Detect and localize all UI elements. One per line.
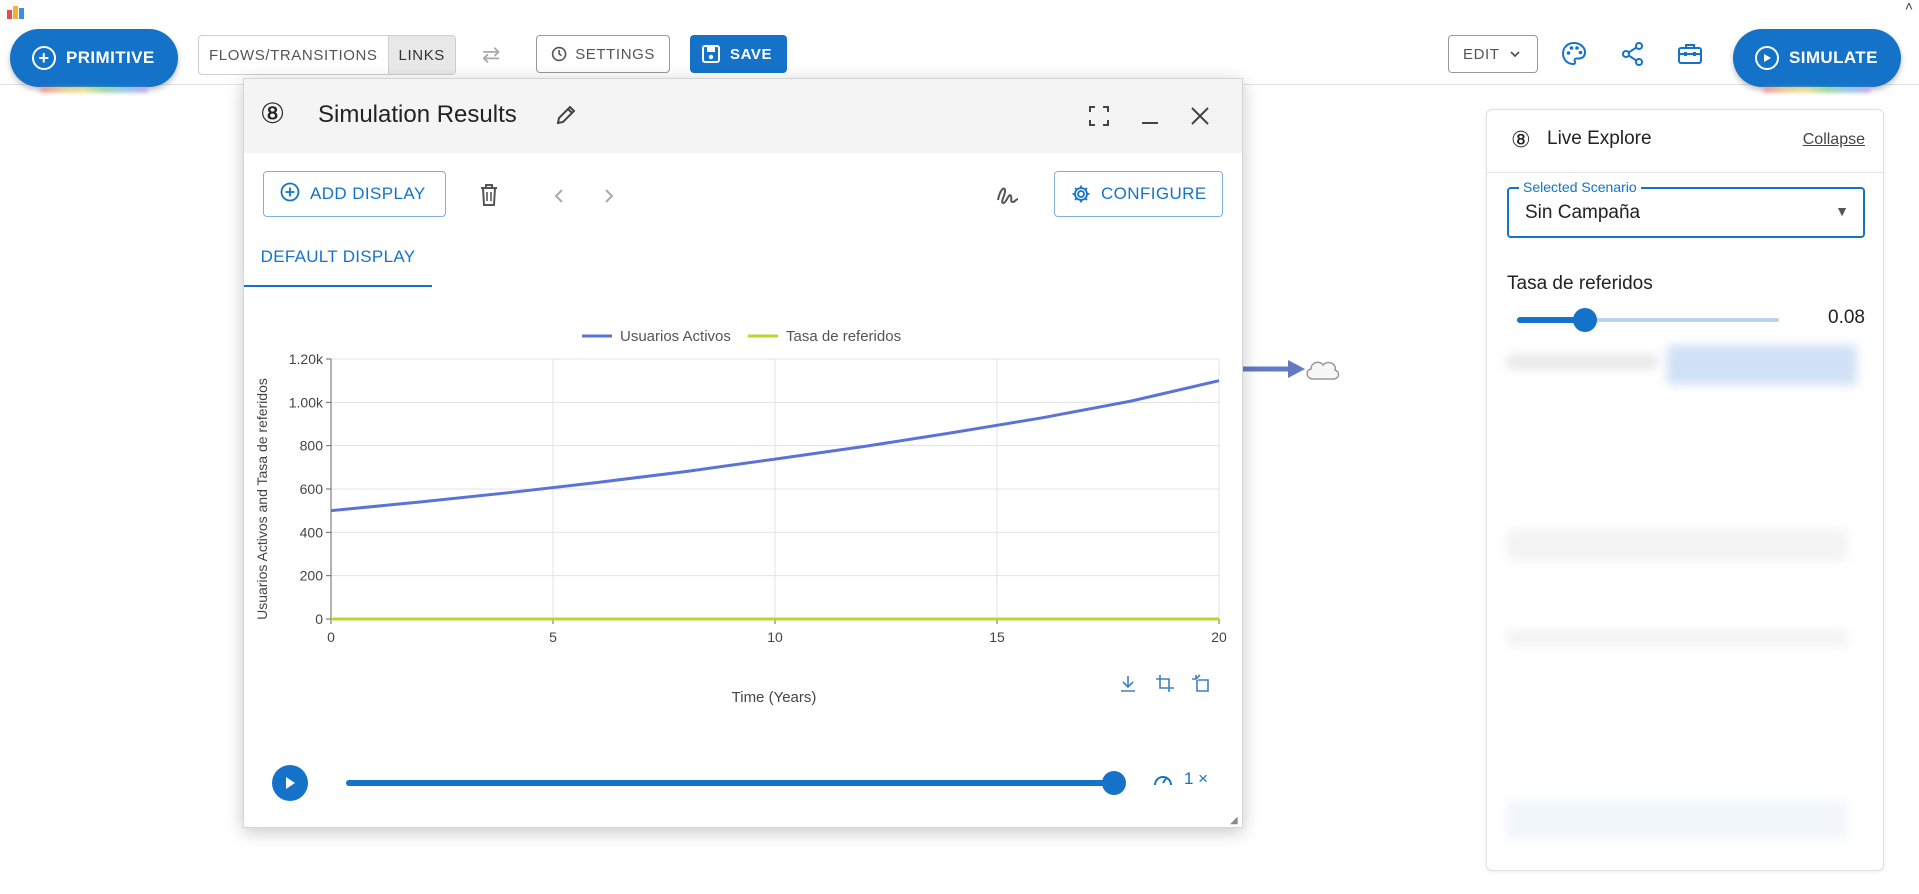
chart-axes: 0 200 400 600 800 1.00k 1.20k 0 5 10 15 20 [289, 351, 1227, 645]
legend-label-2: Tasa de referidos [786, 328, 901, 345]
swap-arrows-icon[interactable]: ⇄ [482, 42, 500, 68]
window-header[interactable]: ⑧ Simulation Results [244, 79, 1242, 153]
chevron-up-icon[interactable]: ˄ [1905, 0, 1913, 14]
reset-zoom-icon[interactable] [1192, 674, 1209, 692]
add-display-label: ADD DISPLAY [310, 184, 426, 203]
connector-mode-toggle: FLOWS/TRANSITIONS LINKS [198, 35, 456, 75]
y-tick-label: 200 [300, 568, 324, 584]
parameter-value: 0.08 [1828, 307, 1865, 328]
y-tick-label: 0 [315, 611, 323, 627]
fullscreen-icon[interactable] [1086, 103, 1112, 129]
parameter-label: Tasa de referidos [1507, 273, 1653, 294]
chevron-right-icon[interactable] [601, 187, 617, 205]
playback-timeline-thumb[interactable] [1102, 771, 1126, 795]
plus-circle-icon [280, 182, 300, 207]
close-icon[interactable] [1187, 103, 1213, 129]
play-icon [286, 777, 295, 789]
add-primitive-button[interactable]: + PRIMITIVE [10, 29, 178, 87]
y-tick-label: 1.20k [289, 351, 324, 367]
collapse-link[interactable]: Collapse [1803, 131, 1865, 149]
toolbox-icon[interactable] [1676, 40, 1704, 68]
live-explore-panel: ⑧ Live Explore Collapse Selected Scenari… [1486, 109, 1884, 871]
live-explore-header: ⑧ Live Explore Collapse [1487, 110, 1883, 173]
clock-icon [551, 46, 567, 62]
pencil-icon[interactable] [554, 103, 578, 127]
simulate-button[interactable]: SIMULATE [1733, 29, 1901, 87]
simulate-label: SIMULATE [1789, 48, 1878, 67]
play-circle-icon [1755, 46, 1779, 70]
speed-label: 1 × [1184, 769, 1209, 788]
y-tick-label: 1.00k [289, 394, 324, 410]
gear-icon [1072, 185, 1090, 203]
live-explore-title: Live Explore [1547, 128, 1652, 149]
x-tick-label: 5 [549, 629, 557, 645]
y-tick-label: 400 [300, 524, 324, 540]
crop-icon[interactable] [1156, 675, 1174, 692]
window-title: Simulation Results [318, 101, 517, 128]
settings-label: SETTINGS [575, 45, 655, 63]
parameter-slider-thumb[interactable] [1573, 308, 1598, 332]
results-chart: 0 200 400 600 800 1.00k 1.20k 0 5 10 15 20 Usuarios… [254, 328, 1227, 706]
primitive-label: PRIMITIVE [66, 48, 155, 67]
playback-play-button[interactable] [272, 765, 308, 801]
tab-default-display[interactable]: DEFAULT DISPLAY [244, 229, 432, 287]
window-index: ⑧ [260, 98, 286, 129]
playback-timeline-track[interactable] [346, 780, 1116, 786]
settings-button[interactable]: SETTINGS [536, 35, 670, 73]
save-button[interactable]: SAVE [690, 35, 787, 73]
scenario-select-value: Sin Campaña [1525, 202, 1641, 223]
app-logo-icon [7, 6, 24, 19]
x-tick-label: 0 [327, 629, 335, 645]
edit-label: EDIT [1463, 45, 1500, 63]
legend-label-1: Usuarios Activos [620, 328, 731, 345]
edit-menu-button[interactable]: EDIT [1448, 35, 1538, 73]
download-icon[interactable] [1121, 676, 1135, 692]
chevron-down-icon [1509, 51, 1520, 58]
speedometer-icon [1154, 776, 1172, 786]
resize-handle-icon[interactable]: ◢ [1230, 815, 1240, 826]
toggle-flows-transitions[interactable]: FLOWS/TRANSITIONS [199, 36, 388, 74]
scenario-select-label: Selected Scenario [1519, 179, 1641, 195]
x-tick-label: 20 [1211, 629, 1227, 645]
playback-speed-control[interactable]: 1 × [1152, 769, 1208, 789]
x-tick-label: 10 [767, 629, 783, 645]
add-display-button[interactable]: ADD DISPLAY [263, 171, 446, 217]
configure-button[interactable]: CONFIGURE [1054, 171, 1223, 217]
toggle-links[interactable]: LINKS [387, 36, 455, 74]
scenario-select[interactable]: Selected Scenario Sin Campaña ▼ [1507, 179, 1865, 238]
chart-grid [330, 358, 1220, 620]
x-tick-label: 15 [989, 629, 1005, 645]
plus-circle-icon: + [32, 46, 56, 70]
trash-icon[interactable] [477, 182, 501, 208]
configure-label: CONFIGURE [1101, 184, 1207, 203]
cloud-icon [1306, 361, 1340, 380]
minimize-icon[interactable] [1137, 103, 1163, 129]
share-icon[interactable] [1619, 40, 1647, 68]
chevron-left-icon[interactable] [551, 187, 567, 205]
chart-toolbox [1121, 674, 1209, 692]
save-icon [702, 45, 720, 63]
flow-arrow-to-cloud[interactable] [1243, 357, 1343, 397]
save-label: SAVE [730, 45, 773, 63]
y-axis-label: Usuarios Activos and Tasa de referidos [254, 378, 270, 620]
chart-legend: Usuarios Activos Tasa de referidos [582, 328, 901, 345]
y-tick-label: 800 [300, 438, 324, 454]
live-explore-index: ⑧ [1511, 127, 1531, 152]
x-axis-label: Time (Years) [732, 689, 817, 706]
dropdown-arrow-icon: ▼ [1835, 203, 1849, 219]
signature-icon[interactable] [994, 182, 1022, 208]
y-tick-label: 600 [300, 481, 324, 497]
simulation-results-window: ⑧ Simulation Results ADD DISPLAY CONFIGU… [243, 78, 1243, 828]
palette-icon[interactable] [1560, 40, 1588, 68]
